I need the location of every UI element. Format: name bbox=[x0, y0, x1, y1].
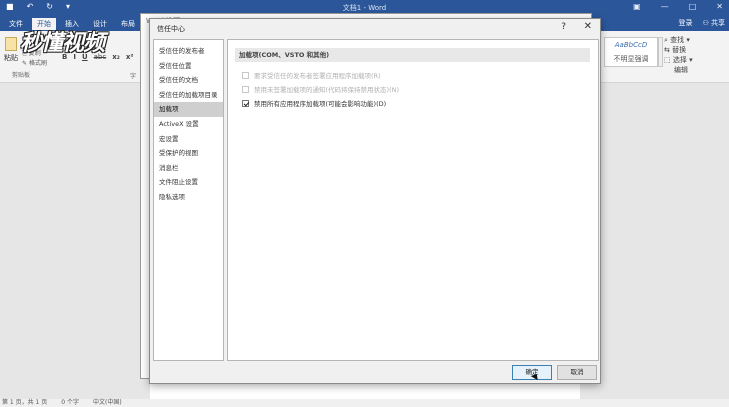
page-count: 第 1 页，共 1 页 bbox=[2, 399, 48, 406]
watermark-logo: 秒懂视频 bbox=[20, 31, 105, 56]
language: 中文(中国) bbox=[93, 399, 122, 406]
tab-layout[interactable]: 布局 bbox=[116, 18, 140, 30]
nav-item-trusted-addin-catalogs[interactable]: 受信任的加载项目录 bbox=[154, 88, 223, 103]
nav-item-addins[interactable]: 加载项 bbox=[154, 102, 223, 117]
editing-group: ⌕ 查找 ▾ ⇆ 替换 ⬚ 选择 ▾ 编辑 bbox=[664, 35, 693, 75]
subscript-button[interactable]: x₂ bbox=[112, 53, 120, 61]
nav-item-file-block-settings[interactable]: 文件阻止设置 bbox=[154, 175, 223, 190]
replace-icon: ⇆ bbox=[664, 46, 670, 54]
clipboard-group-label: 剪贴板 bbox=[12, 72, 31, 79]
section-title: 加载项(COM、VSTO 和其他) bbox=[235, 48, 590, 62]
window-controls: ▣ — □ ✕ bbox=[633, 2, 723, 11]
paste-label: 粘贴 bbox=[4, 54, 18, 62]
paste-icon bbox=[5, 37, 17, 51]
status-bar: 第 1 页，共 1 页 0 个字 中文(中国) bbox=[0, 399, 729, 407]
help-button[interactable]: ? bbox=[561, 22, 566, 32]
nav-item-macro-settings[interactable]: 宏设置 bbox=[154, 132, 223, 147]
maximize-button[interactable]: □ bbox=[689, 2, 697, 11]
nav-item-protected-view[interactable]: 受保护的视图 bbox=[154, 146, 223, 161]
checkbox-disable-unsigned-notification[interactable] bbox=[242, 85, 249, 93]
option-label: 要求受信任的发布者签署应用程序加载项(R) bbox=[254, 72, 381, 80]
font-group-label: 字 bbox=[130, 73, 137, 80]
sign-in-link[interactable]: 登录 bbox=[678, 18, 692, 28]
styles-gallery[interactable]: AaBbCcD 不明显强调 bbox=[604, 37, 658, 67]
addins-settings-panel: 加载项(COM、VSTO 和其他) 要求受信任的发布者签署应用程序加载项(R) … bbox=[227, 39, 599, 361]
option-disable-all-addins: 禁用所有应用程序加载项(可能会影响功能)(D) bbox=[242, 98, 386, 108]
trust-center-dialog: 信任中心 ? ✕ 受信任的发布者 受信任位置 受信任的文档 受信任的加载项目录 … bbox=[149, 18, 601, 384]
superscript-button[interactable]: x² bbox=[126, 53, 134, 61]
share-label: 共享 bbox=[711, 19, 725, 27]
format-painter-button[interactable]: ✎ 格式刷 bbox=[22, 59, 47, 69]
styles-gallery-scroll[interactable] bbox=[658, 37, 663, 67]
search-icon: ⌕ bbox=[664, 36, 668, 44]
checkbox-require-signed-addins[interactable] bbox=[242, 71, 249, 79]
close-window-button[interactable]: ✕ bbox=[716, 2, 723, 11]
format-painter-label: 格式刷 bbox=[28, 60, 47, 67]
option-label: 禁用未签署加载项的通知(代码将保持禁用状态)(N) bbox=[254, 86, 400, 94]
document-title: 文档1 - Word bbox=[342, 4, 387, 12]
cancel-button[interactable]: 取消 bbox=[557, 365, 597, 380]
nav-item-trusted-documents[interactable]: 受信任的文档 bbox=[154, 73, 223, 88]
paste-button[interactable]: 粘贴 bbox=[4, 37, 18, 63]
nav-item-trusted-locations[interactable]: 受信任位置 bbox=[154, 59, 223, 74]
trust-center-nav: 受信任的发布者 受信任位置 受信任的文档 受信任的加载项目录 加载项 Activ… bbox=[153, 39, 224, 361]
checkbox-disable-all-addins[interactable] bbox=[242, 99, 249, 107]
nav-item-activex-settings[interactable]: ActiveX 设置 bbox=[154, 117, 223, 132]
dialog-title: 信任中心 bbox=[157, 25, 185, 33]
option-label: 禁用所有应用程序加载项(可能会影响功能)(D) bbox=[254, 100, 387, 108]
share-button[interactable]: ⚇ 共享 bbox=[702, 18, 725, 28]
nav-item-message-bar[interactable]: 消息栏 bbox=[154, 161, 223, 176]
select-icon: ⬚ bbox=[664, 56, 671, 64]
select-label: 选择 bbox=[672, 56, 687, 64]
minimize-button[interactable]: — bbox=[661, 2, 669, 11]
style-preview-2: 不明显强调 bbox=[613, 55, 649, 63]
replace-label: 替换 bbox=[672, 46, 687, 54]
nav-item-privacy-options[interactable]: 隐私选项 bbox=[154, 190, 223, 205]
option-require-signed-addins: 要求受信任的发布者签署应用程序加载项(R) bbox=[242, 70, 381, 80]
option-disable-unsigned-notification: 禁用未签署加载项的通知(代码将保持禁用状态)(N) bbox=[242, 84, 399, 94]
ribbon-display-icon[interactable]: ▣ bbox=[633, 2, 641, 11]
word-count: 0 个字 bbox=[61, 399, 79, 406]
find-button[interactable]: ⌕ 查找 ▾ bbox=[664, 35, 693, 45]
editing-group-label: 编辑 bbox=[674, 66, 688, 74]
style-preview-1: AaBbCcD bbox=[614, 41, 648, 49]
select-button[interactable]: ⬚ 选择 ▾ bbox=[664, 55, 693, 65]
account-area: 登录 ⚇ 共享 bbox=[678, 18, 725, 28]
nav-item-trusted-publishers[interactable]: 受信任的发布者 bbox=[154, 44, 223, 59]
find-label: 查找 bbox=[670, 36, 685, 44]
close-dialog-button[interactable]: ✕ bbox=[584, 21, 592, 32]
replace-button[interactable]: ⇆ 替换 bbox=[664, 45, 693, 55]
